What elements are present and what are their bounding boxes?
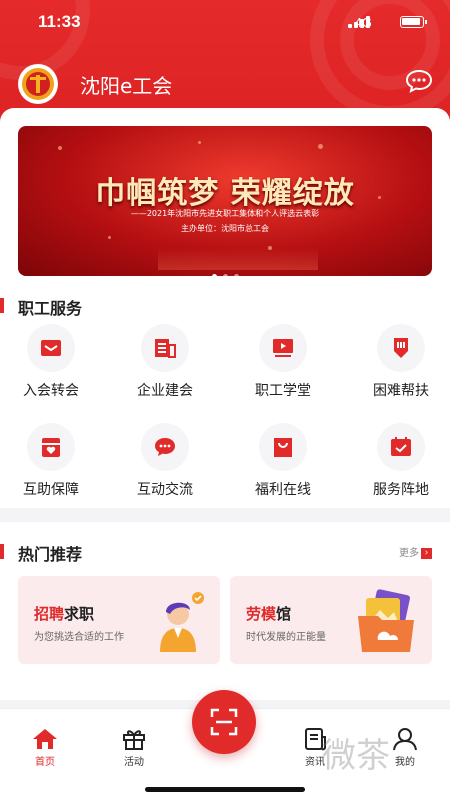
service-site-icon	[391, 437, 411, 456]
battery-icon	[400, 16, 427, 28]
home-icon	[33, 729, 57, 749]
hot-card-desc: 时代发展的正能量	[246, 632, 326, 643]
enterprise-icon	[155, 339, 176, 358]
assistance-icon	[394, 338, 408, 358]
tab-home[interactable]: 首页	[15, 727, 75, 768]
watermark: 微茶	[322, 736, 390, 776]
service-welfare[interactable]: 福利在线	[228, 423, 338, 499]
home-indicator	[145, 787, 305, 792]
service-label: 入会转会	[23, 383, 79, 399]
service-label: 互动交流	[137, 482, 193, 498]
service-label: 困难帮扶	[373, 383, 429, 399]
hot-card-title: 劳模馆	[246, 605, 292, 623]
service-label: 互助保障	[23, 482, 79, 498]
services-section-title: 职工服务	[0, 295, 82, 319]
service-class[interactable]: 职工学堂	[228, 324, 338, 400]
service-site[interactable]: 服务阵地	[346, 423, 450, 499]
promo-banner[interactable]: 巾帼筑梦 荣耀绽放 ——2021年沈阳市先进女职工集体和个人评选云表彰 主办单位…	[18, 126, 432, 276]
service-mutual-aid[interactable]: 互助保障	[0, 423, 106, 499]
hot-card-jobs[interactable]: 招聘求职 为您挑选合适的工作	[18, 576, 220, 664]
photo-folder-illustration	[358, 589, 414, 652]
service-label: 职工学堂	[255, 383, 311, 399]
service-membership[interactable]: 入会转会	[0, 324, 106, 400]
mutual-aid-icon	[42, 438, 60, 457]
message-icon[interactable]	[405, 69, 433, 93]
tab-activity[interactable]: 活动	[104, 727, 164, 768]
service-assistance[interactable]: 困难帮扶	[346, 324, 450, 400]
app-header: 沈阳e工会	[0, 62, 450, 106]
membership-icon	[41, 340, 61, 356]
status-bar: 11:33 4G	[0, 0, 450, 44]
more-link[interactable]: 更多 ›	[399, 544, 432, 559]
scan-button[interactable]	[192, 690, 256, 754]
chevron-right-icon: ›	[421, 547, 432, 559]
chat-icon	[155, 438, 175, 456]
banner-host: 主办单位：沈阳市总工会	[181, 224, 269, 233]
gift-icon	[123, 730, 145, 750]
profile-icon	[393, 728, 417, 751]
hot-card-model-workers[interactable]: 劳模馆 时代发展的正能量	[230, 576, 432, 664]
more-label: 更多	[399, 548, 419, 559]
job-seeker-illustration	[160, 592, 204, 652]
status-time: 11:33	[38, 12, 81, 31]
hot-section-title: 热门推荐	[0, 541, 82, 565]
service-label: 服务阵地	[373, 482, 429, 498]
scan-icon	[210, 708, 238, 736]
video-class-icon	[273, 339, 293, 357]
banner-headline: 巾帼筑梦 荣耀绽放	[95, 176, 355, 211]
app-title: 沈阳e工会	[80, 74, 173, 98]
union-logo-icon	[18, 64, 58, 104]
hot-card-desc: 为您挑选合适的工作	[34, 632, 124, 643]
carousel-indicator	[18, 264, 432, 276]
service-label: 企业建会	[137, 383, 193, 399]
banner-subtitle: ——2021年沈阳市先进女职工集体和个人评选云表彰	[130, 209, 320, 218]
network-type: 4G	[354, 15, 372, 30]
service-label: 福利在线	[255, 482, 311, 498]
hot-card-title: 招聘求职	[34, 605, 95, 623]
service-enterprise[interactable]: 企业建会	[110, 324, 220, 400]
welfare-bag-icon	[274, 438, 292, 457]
service-chat[interactable]: 互动交流	[110, 423, 220, 499]
